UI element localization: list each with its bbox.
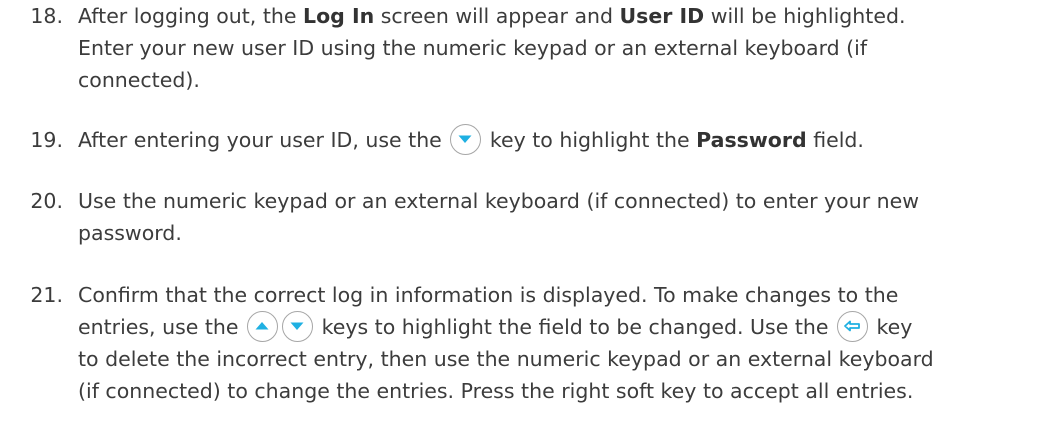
- field-name-password: Password: [696, 128, 807, 152]
- text-run: key to highlight the: [483, 128, 697, 152]
- step-text: Use the numeric keypad or an external ke…: [78, 185, 1038, 249]
- step-number: 19.: [30, 128, 63, 152]
- step-text: Confirm that the correct log in informat…: [78, 279, 1038, 407]
- step-line: password.: [78, 221, 182, 245]
- screen-name-log-in: Log In: [303, 4, 375, 28]
- step-text: After logging out, the Log In screen wil…: [78, 0, 1038, 96]
- step-line: Enter your new user ID using the numeric…: [78, 36, 868, 60]
- backspace-key-icon: [837, 311, 869, 342]
- field-name-user-id: User ID: [619, 4, 705, 28]
- text-run: keys to highlight the field to be change…: [315, 315, 836, 339]
- step-line: Confirm that the correct log in informat…: [78, 283, 899, 307]
- step-line: (if connected) to change the entries. Pr…: [78, 379, 914, 403]
- step-number: 21.: [30, 283, 63, 307]
- down-arrow-key-icon: [282, 311, 314, 342]
- text-run: entries, use the: [78, 315, 246, 339]
- text-run: will be highlighted.: [704, 4, 906, 28]
- text-run: key: [870, 315, 913, 339]
- step-line: connected).: [78, 68, 200, 92]
- text-run: screen will appear and: [374, 4, 620, 28]
- step-line: to delete the incorrect entry, then use …: [78, 347, 934, 371]
- instruction-document: 18. After logging out, the Log In screen…: [0, 0, 1045, 428]
- step-line: entries, use the keys to highlight the f…: [78, 311, 1038, 343]
- step-line: Use the numeric keypad or an external ke…: [78, 189, 920, 213]
- text-run: field.: [806, 128, 864, 152]
- step-text: After entering your user ID, use the key…: [78, 124, 1038, 156]
- step-number: 18.: [30, 4, 63, 28]
- text-run: After entering your user ID, use the: [78, 128, 449, 152]
- step-line: After entering your user ID, use the key…: [78, 124, 1038, 156]
- up-arrow-key-icon: [247, 311, 279, 342]
- down-arrow-key-icon: [450, 124, 482, 155]
- step-line: After logging out, the Log In screen wil…: [78, 0, 1038, 32]
- step-number: 20.: [30, 189, 63, 213]
- text-run: After logging out, the: [78, 4, 303, 28]
